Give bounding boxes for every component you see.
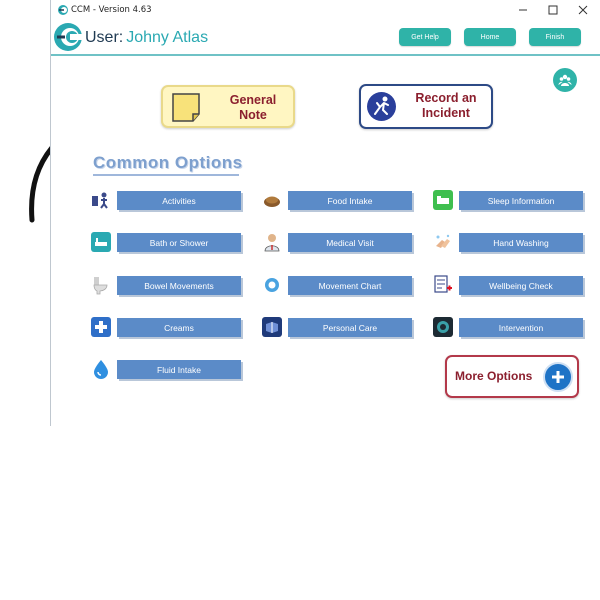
general-note-label: General Note [229,93,277,122]
medical-visit-button-label: Medical Visit [288,233,412,252]
option-creams[interactable]: Creams [91,317,243,337]
close-button[interactable] [569,0,597,20]
option-sleep-information[interactable]: Sleep Information [433,190,585,210]
user-display: User: Johny Atlas [85,29,208,47]
bath-icon [91,232,111,252]
option-fluid-intake[interactable]: Fluid Intake [91,359,243,379]
activities-button-label: Activities [117,191,241,210]
more-options-button[interactable]: More Options [445,355,579,398]
maximize-icon [548,5,558,15]
wellbeing-check-button-label: Wellbeing Check [459,276,583,295]
creams-icon [91,317,111,337]
section-divider [93,174,239,176]
food-icon [262,190,282,210]
creams-button-label: Creams [117,318,241,337]
option-bowel-movements[interactable]: Bowel Movements [91,275,243,295]
intervention-button-label: Intervention [459,318,583,337]
home-button[interactable]: Home [464,28,516,46]
bath-or-shower-button-label: Bath or Shower [117,233,241,252]
more-options-label: More Options [455,369,533,383]
general-note-button[interactable]: General Note [161,85,295,128]
option-hand-washing[interactable]: Hand Washing [433,232,585,252]
finish-button[interactable]: Finish [529,28,581,46]
activities-icon [91,190,111,210]
user-prefix: User: [85,29,124,46]
option-personal-care[interactable]: Personal Care [262,317,414,337]
food-intake-button-label: Food Intake [288,191,412,210]
ccm-logo-icon [54,23,83,51]
intervention-icon [433,317,453,337]
option-wellbeing-check[interactable]: Wellbeing Check [433,275,585,295]
plus-icon [543,362,573,392]
bowel-movements-button-label: Bowel Movements [117,276,241,295]
group-users-icon [558,74,572,86]
maximize-button[interactable] [539,0,567,20]
personal-care-icon [262,317,282,337]
app-logo-icon [58,5,68,15]
sleep-information-button-label: Sleep Information [459,191,583,210]
movement-chart-button-label: Movement Chart [288,276,412,295]
doctor-icon [262,232,282,252]
fluid-intake-button-label: Fluid Intake [117,360,241,379]
app-window: CCM - Version 4.63 User: Johny Atlas Get … [50,0,600,426]
option-food-intake[interactable]: Food Intake [262,190,414,210]
hand-washing-icon [433,232,453,252]
option-intervention[interactable]: Intervention [433,317,585,337]
title-bar: CCM - Version 4.63 [51,0,600,20]
close-icon [578,5,588,15]
user-name: Johny Atlas [126,29,209,46]
record-incident-label: Record an Incident [415,91,477,120]
note-icon [172,93,200,122]
movement-icon [262,275,282,295]
water-drop-icon [91,359,111,379]
minimize-button[interactable] [509,0,537,20]
option-medical-visit[interactable]: Medical Visit [262,232,414,252]
minimize-icon [519,9,527,11]
record-incident-button[interactable]: Record an Incident [359,84,493,129]
header-bar: User: Johny Atlas Get Help Home Finish [51,20,600,56]
fall-incident-icon [367,92,396,121]
group-users-button[interactable] [553,68,577,92]
window-title: CCM - Version 4.63 [71,5,152,15]
checklist-icon [433,275,453,295]
section-title: Common Options [93,153,243,172]
sleep-icon [433,190,453,210]
option-bath-or-shower[interactable]: Bath or Shower [91,232,243,252]
hand-washing-button-label: Hand Washing [459,233,583,252]
option-activities[interactable]: Activities [91,190,243,210]
get-help-button[interactable]: Get Help [399,28,451,46]
toilet-icon [91,275,111,295]
personal-care-button-label: Personal Care [288,318,412,337]
option-movement-chart[interactable]: Movement Chart [262,275,414,295]
